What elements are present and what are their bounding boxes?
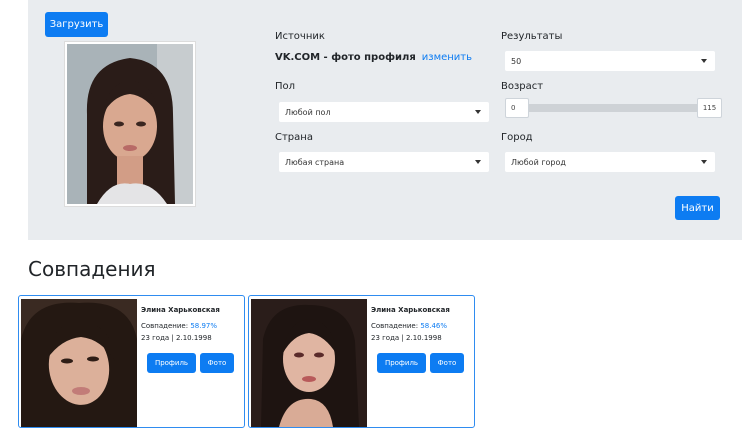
city-select[interactable]: Любой город [505, 152, 715, 172]
matches-title: Совпадения [28, 257, 156, 281]
age-label: Возраст [501, 81, 544, 92]
photo-button[interactable]: Фото [200, 353, 234, 373]
source-change-link[interactable]: изменить [422, 52, 472, 63]
match-card: Элина Харьковская Совпадение: 58.46% 23 … [248, 295, 475, 428]
upload-button[interactable]: Загрузить [45, 12, 108, 37]
match-age-birthdate: 23 года | 2.10.1998 [141, 334, 212, 342]
portrait-photo-graphic [67, 44, 193, 204]
match-photo [251, 299, 367, 427]
city-label: Город [501, 132, 533, 143]
match-photo-graphic [21, 299, 137, 427]
profile-button[interactable]: Профиль [377, 353, 426, 373]
country-label: Страна [275, 132, 313, 143]
results-select[interactable]: 50 [505, 51, 715, 71]
match-age-birthdate: 23 года | 2.10.1998 [371, 334, 442, 342]
match-name: Элина Харьковская [371, 306, 450, 314]
age-range-slider[interactable] [529, 104, 697, 112]
gender-label: Пол [275, 81, 296, 92]
source-label: Источник [275, 31, 325, 42]
match-score: Совпадение: 58.97% [141, 322, 217, 330]
match-photo-graphic [251, 299, 367, 427]
uploaded-photo [64, 41, 196, 207]
source-value: VK.COM - фото профиля изменить [275, 52, 472, 63]
match-score-label: Совпадение: [371, 322, 419, 330]
match-name: Элина Харьковская [141, 306, 220, 314]
source-name: VK.COM - фото профиля [275, 52, 416, 63]
age-min-input[interactable]: 0 [505, 98, 529, 118]
match-card: Элина Харьковская Совпадение: 58.97% 23 … [18, 295, 245, 428]
results-select-value: 50 [511, 56, 522, 66]
age-range: 0 115 [505, 98, 722, 118]
caret-down-icon [475, 110, 481, 114]
results-label: Результаты [501, 31, 563, 42]
match-score-value: 58.97% [190, 322, 218, 330]
photo-button[interactable]: Фото [430, 353, 464, 373]
match-score: Совпадение: 58.46% [371, 322, 447, 330]
caret-down-icon [475, 160, 481, 164]
country-select-value: Любая страна [285, 157, 345, 167]
uploaded-photo-image [67, 44, 193, 204]
match-score-label: Совпадение: [141, 322, 189, 330]
match-score-value: 58.46% [420, 322, 448, 330]
caret-down-icon [701, 59, 707, 63]
country-select[interactable]: Любая страна [279, 152, 489, 172]
age-range-fill [529, 104, 697, 112]
profile-button[interactable]: Профиль [147, 353, 196, 373]
gender-select[interactable]: Любой пол [279, 102, 489, 122]
age-max-input[interactable]: 115 [697, 98, 722, 118]
caret-down-icon [701, 160, 707, 164]
gender-select-value: Любой пол [285, 107, 331, 117]
find-button[interactable]: Найти [675, 196, 720, 220]
city-select-value: Любой город [511, 157, 566, 167]
match-photo [21, 299, 137, 427]
